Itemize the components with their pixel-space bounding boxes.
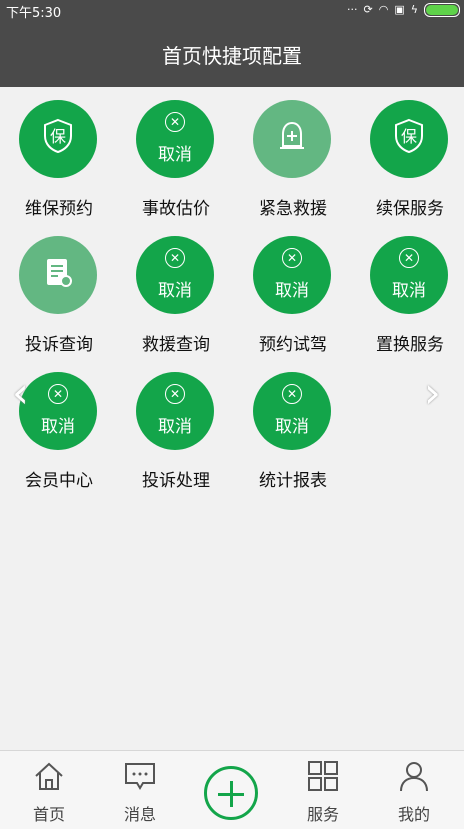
sim-icon: ▣ [394, 3, 405, 16]
cancel-button[interactable]: ✕ 取消 [19, 372, 97, 450]
tab-messages[interactable]: 消息 [100, 759, 180, 825]
status-time: 下午5:30 [6, 6, 62, 21]
bottom-tab-bar: 首页 消息 服务 我的 [0, 750, 464, 829]
shortcut-item-rescue-query[interactable]: ✕ 取消 救援查询 [117, 223, 235, 355]
message-icon [125, 763, 155, 790]
alarm-light-icon [253, 100, 331, 178]
cancel-button[interactable]: ✕ 取消 [370, 236, 448, 314]
close-circle-icon: ✕ [282, 384, 302, 404]
close-circle-icon: ✕ [165, 248, 185, 268]
cancel-label: 取消 [158, 417, 192, 437]
cancel-label: 取消 [158, 281, 192, 301]
clipboard-search-icon [19, 236, 97, 314]
sync-icon: ⟳ [363, 3, 373, 16]
shortcut-label: 置换服务 [376, 335, 444, 355]
svg-text:保: 保 [50, 127, 66, 146]
cancel-label: 取消 [41, 417, 75, 437]
tab-label: 消息 [123, 805, 156, 824]
shortcut-item-trade-in[interactable]: ✕ 取消 置换服务 [351, 223, 464, 355]
add-button[interactable] [204, 766, 258, 820]
shortcut-label: 续保服务 [376, 199, 444, 219]
shortcut-item-complaint-query[interactable]: 投诉查询 [0, 223, 118, 355]
shortcut-label: 预约试驾 [259, 335, 327, 355]
user-icon [400, 762, 428, 792]
close-circle-icon: ✕ [48, 384, 68, 404]
tab-label: 我的 [397, 805, 430, 824]
shortcut-item-maintenance-booking[interactable]: 保 维保预约 [0, 87, 118, 219]
next-page-arrow-icon[interactable]: › [424, 372, 441, 414]
shortcut-label: 救援查询 [142, 335, 210, 355]
close-circle-icon: ✕ [282, 248, 302, 268]
shortcut-item-accident-estimate[interactable]: ✕ 取消 事故估价 [117, 87, 235, 219]
shortcut-label: 会员中心 [25, 471, 93, 491]
tab-services[interactable]: 服务 [283, 759, 363, 825]
tab-home[interactable]: 首页 [9, 759, 89, 825]
shortcut-label: 维保预约 [25, 199, 93, 219]
cancel-button[interactable]: ✕ 取消 [136, 372, 214, 450]
close-circle-icon: ✕ [399, 248, 419, 268]
shield-icon: 保 [19, 100, 97, 178]
shortcut-label: 统计报表 [259, 471, 327, 491]
shortcut-item-test-drive[interactable]: ✕ 取消 预约试驾 [234, 223, 352, 355]
battery-icon [424, 3, 460, 17]
shield-badge: 保 [44, 118, 72, 154]
tab-mine[interactable]: 我的 [374, 759, 454, 825]
shield-badge: 保 [395, 118, 423, 154]
close-circle-icon: ✕ [165, 384, 185, 404]
shortcut-label: 事故估价 [142, 199, 210, 219]
app-header: 首页快捷项配置 [0, 20, 464, 87]
cancel-button[interactable]: ✕ 取消 [136, 100, 214, 178]
alarm-light-graphic [280, 121, 304, 149]
cancel-label: 取消 [392, 281, 426, 301]
shortcut-label: 投诉处理 [142, 471, 210, 491]
shortcut-item-renewal-service[interactable]: 保 续保服务 [351, 87, 464, 219]
shortcut-label: 投诉查询 [25, 335, 93, 355]
status-icons: ··· ⟳ ◠ ▣ ϟ [347, 2, 460, 18]
grid-icon [308, 761, 338, 791]
cancel-button[interactable]: ✕ 取消 [253, 236, 331, 314]
cancel-button[interactable]: ✕ 取消 [136, 236, 214, 314]
cancel-label: 取消 [275, 417, 309, 437]
status-bar: 下午5:30 ··· ⟳ ◠ ▣ ϟ [0, 0, 464, 21]
cancel-label: 取消 [275, 281, 309, 301]
home-icon [35, 762, 63, 790]
shortcut-item-statistics-report[interactable]: ✕ 取消 统计报表 [234, 359, 352, 491]
shortcut-item-complaint-handling[interactable]: ✕ 取消 投诉处理 [117, 359, 235, 491]
svg-text:保: 保 [401, 127, 417, 146]
cancel-label: 取消 [158, 145, 192, 165]
shortcut-item-emergency-rescue[interactable]: 紧急救援 [234, 87, 352, 219]
wifi-icon: ◠ [378, 3, 389, 16]
shield-icon: 保 [370, 100, 448, 178]
signal-dots-icon: ··· [347, 3, 358, 16]
page-title: 首页快捷项配置 [162, 44, 302, 68]
shortcut-label: 紧急救援 [259, 199, 327, 219]
shortcut-grid: 保 维保预约 ✕ 取消 事故估价 紧急救援 保 续保服务 投诉查询 ✕ 取消 救… [0, 87, 464, 751]
tab-label: 首页 [32, 805, 65, 824]
cancel-button[interactable]: ✕ 取消 [253, 372, 331, 450]
prev-page-arrow-icon[interactable]: ‹ [12, 372, 29, 414]
close-circle-icon: ✕ [165, 112, 185, 132]
clipboard-graphic [47, 259, 72, 287]
charging-icon: ϟ [410, 3, 418, 16]
tab-label: 服务 [306, 805, 339, 824]
